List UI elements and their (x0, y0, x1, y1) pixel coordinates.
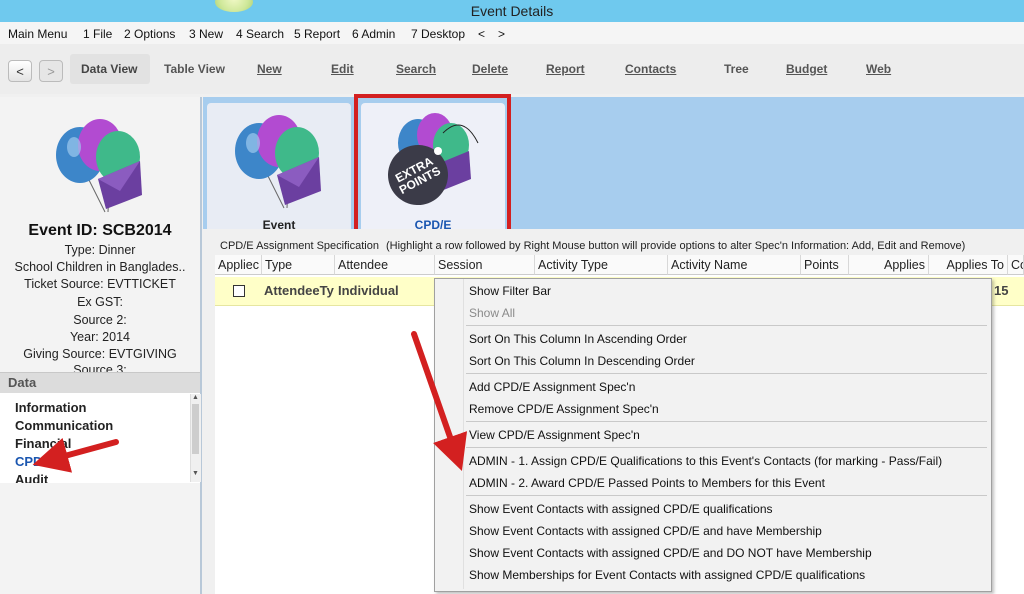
scroll-down-arrow-icon[interactable]: ▼ (192, 470, 199, 477)
new-button[interactable]: New (257, 62, 282, 76)
tab-event[interactable]: Event (207, 103, 351, 232)
menu-item-sort-descending[interactable]: Sort On This Column In Descending Order (469, 354, 695, 368)
menu-admin[interactable]: 6 Admin (352, 27, 395, 41)
contacts-button[interactable]: Contacts (625, 62, 676, 76)
delete-button[interactable]: Delete (472, 62, 508, 76)
web-button[interactable]: Web (866, 62, 891, 76)
menu-main[interactable]: Main Menu (8, 27, 67, 41)
menu-desktop[interactable]: 7 Desktop (411, 27, 465, 41)
column-header[interactable]: Applies (849, 255, 929, 275)
event-type: Type: Dinner (64, 243, 136, 257)
menu-file[interactable]: 1 File (83, 27, 112, 41)
menu-separator (466, 373, 987, 374)
grid-caption: CPD/E Assignment Specification (220, 240, 379, 252)
column-header[interactable]: Applies To (929, 255, 1008, 275)
menu-item-remove-spec[interactable]: Remove CPD/E Assignment Spec'n (469, 402, 659, 416)
nav-item-communication[interactable]: Communication (15, 418, 113, 433)
search-button[interactable]: Search (396, 62, 436, 76)
title-bar: Event Details (0, 0, 1024, 22)
menu-item-admin-assign[interactable]: ADMIN - 1. Assign CPD/E Qualifications t… (469, 454, 942, 468)
menu-bar: Main Menu 1 File 2 Options 3 New 4 Searc… (0, 22, 1024, 45)
nav-item-financial[interactable]: Financial (15, 436, 71, 451)
budget-button[interactable]: Budget (786, 62, 827, 76)
cell-applies-to: 15 (994, 283, 1009, 298)
column-header[interactable]: Session (435, 255, 535, 275)
nav-item-information[interactable]: Information (15, 400, 87, 415)
event-year: Year: 2014 (69, 330, 130, 344)
cell-type: AttendeeTy (264, 283, 334, 298)
data-view-button[interactable]: Data View (81, 62, 137, 76)
forward-button[interactable]: > (39, 60, 63, 82)
column-header[interactable]: Appliec (215, 255, 262, 275)
edit-button[interactable]: Edit (331, 62, 354, 76)
column-header[interactable]: Points (801, 255, 849, 275)
ticket-source: Ticket Source: EVTTICKET (24, 277, 176, 291)
menu-separator (466, 447, 987, 448)
nav-item-audit[interactable]: Audit (15, 472, 48, 483)
context-menu-gutter (435, 279, 464, 589)
nav-list-scrollbar[interactable]: ▲ ▼ (190, 394, 201, 482)
applies-checkbox[interactable] (233, 285, 245, 297)
window-title: Event Details (470, 3, 554, 19)
event-id: Event ID: SCB2014 (28, 222, 172, 239)
data-nav-list: Information Communication Financial CPD/… (0, 393, 200, 483)
column-header[interactable]: Activity Name (668, 255, 801, 275)
nav-item-cpde[interactable]: CPD/E (15, 454, 55, 469)
cell-attendee: Individual (338, 283, 399, 298)
menu-report[interactable]: 5 Report (294, 27, 340, 41)
column-header[interactable]: Activity Type (535, 255, 668, 275)
tree-button[interactable]: Tree (724, 62, 749, 76)
menu-separator (466, 495, 987, 496)
menu-item-show-contacts-no-membership[interactable]: Show Event Contacts with assigned CPD/E … (469, 546, 872, 560)
event-name: School Children in Banglades.. (14, 260, 186, 274)
menu-item-show-memberships[interactable]: Show Memberships for Event Contacts with… (469, 568, 865, 582)
menu-scroll-left[interactable]: < (478, 27, 485, 41)
event-balloons-icon (56, 119, 142, 213)
menu-item-show-all: Show All (469, 306, 516, 320)
table-view-button[interactable]: Table View (164, 62, 225, 76)
menu-item-show-filter-bar[interactable]: Show Filter Bar (469, 284, 551, 298)
data-section-header: Data (0, 372, 200, 393)
column-header[interactable]: Type (262, 255, 335, 275)
menu-item-show-contacts-membership[interactable]: Show Event Contacts with assigned CPD/E … (469, 524, 822, 538)
column-header[interactable]: Attendee (335, 255, 435, 275)
menu-search[interactable]: 4 Search (236, 27, 284, 41)
menu-item-admin-award[interactable]: ADMIN - 2. Award CPD/E Passed Points to … (469, 476, 825, 490)
menu-separator (466, 421, 987, 422)
giving-source: Giving Source: EVTGIVING (23, 347, 177, 361)
source-2: Source 2: (73, 313, 127, 327)
data-header-label: Data (8, 375, 37, 390)
menu-item-add-spec[interactable]: Add CPD/E Assignment Spec'n (469, 380, 635, 394)
menu-options[interactable]: 2 Options (124, 27, 175, 41)
event-balloons-icon (235, 115, 321, 209)
highlight-box (354, 94, 511, 234)
menu-item-sort-ascending[interactable]: Sort On This Column In Ascending Order (469, 332, 687, 346)
scroll-thumb[interactable] (192, 404, 199, 454)
ex-gst: Ex GST: (77, 295, 123, 309)
back-button[interactable]: < (8, 60, 32, 82)
menu-item-view-spec[interactable]: View CPD/E Assignment Spec'n (469, 428, 640, 442)
menu-item-show-contacts-qualifications[interactable]: Show Event Contacts with assigned CPD/E … (469, 502, 773, 516)
column-header[interactable]: Co (1008, 255, 1024, 275)
scroll-up-arrow-icon[interactable]: ▲ (192, 394, 199, 401)
report-button[interactable]: Report (546, 62, 585, 76)
source-3: Source 3: (73, 363, 127, 372)
event-summary-panel: Event ID: SCB2014 Type: Dinner School Ch… (0, 97, 202, 594)
menu-new[interactable]: 3 New (189, 27, 223, 41)
menu-scroll-right[interactable]: > (498, 27, 505, 41)
menu-separator (466, 325, 987, 326)
grid-hint: (Highlight a row followed by Right Mouse… (386, 240, 966, 252)
